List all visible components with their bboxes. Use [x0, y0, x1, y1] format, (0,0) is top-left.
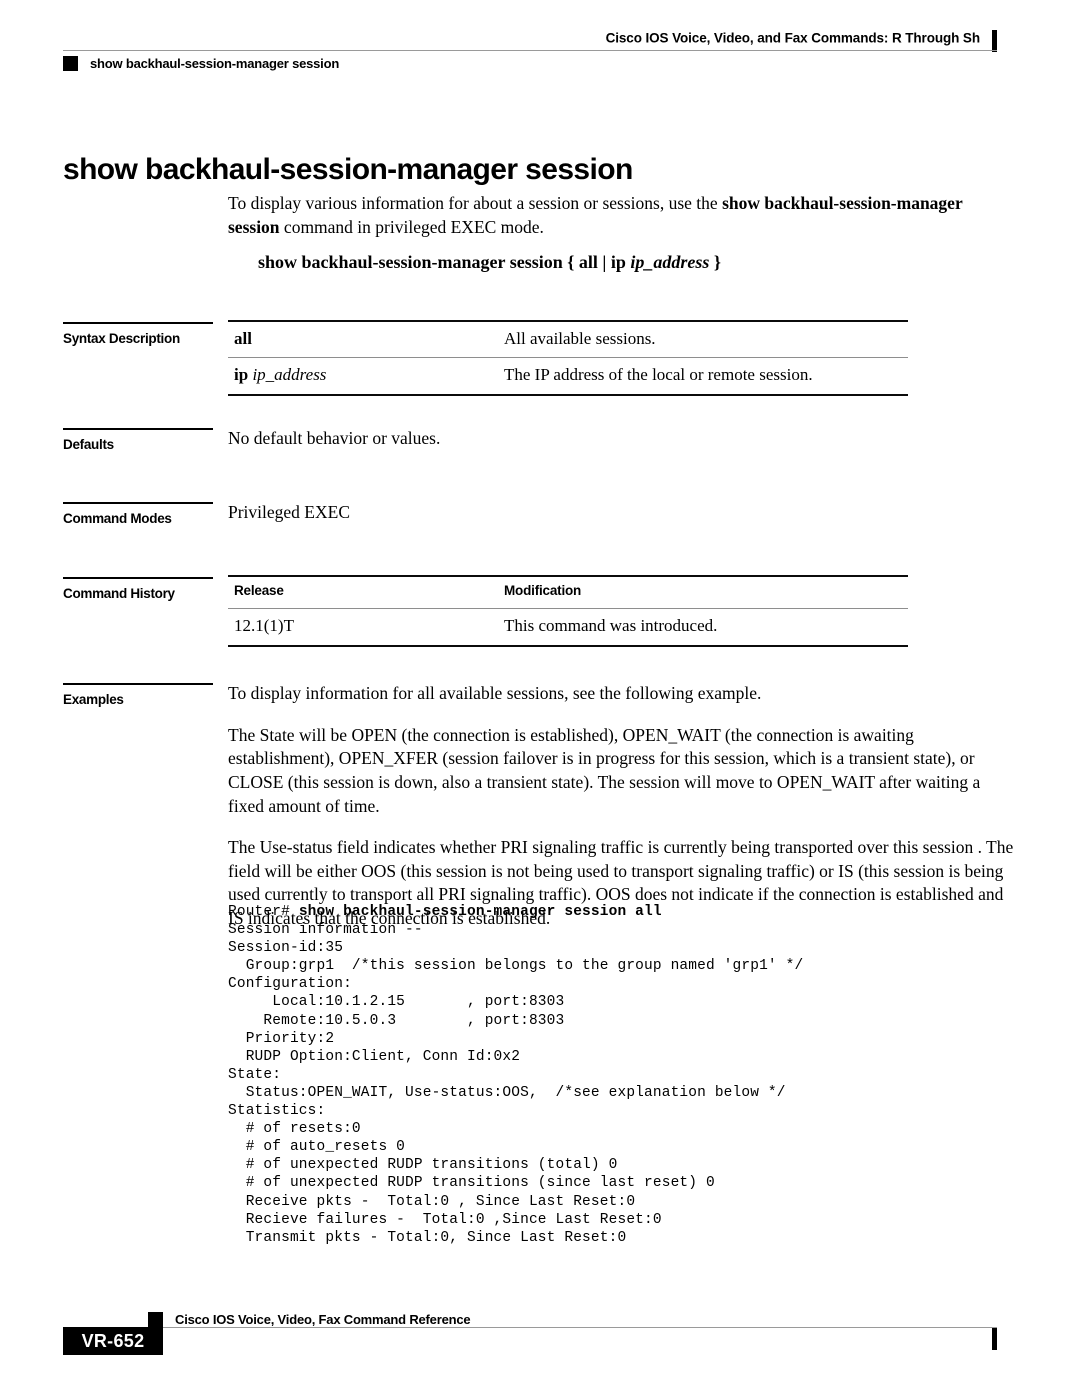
column-header-modification: Modification — [498, 575, 908, 609]
syntax-term-all: all — [228, 320, 498, 358]
header-bullet-square-icon — [63, 56, 78, 71]
syntax-option-ip: ip — [610, 252, 626, 272]
syntax-open-brace: { — [567, 252, 575, 272]
page-number-badge: VR-652 — [63, 1327, 163, 1355]
console-prompt: Router# — [228, 904, 299, 920]
modification-value: This command was introduced. — [498, 608, 908, 647]
syntax-description-table: all All available sessions. ip ip_addres… — [228, 320, 908, 396]
column-header-release: Release — [228, 575, 498, 609]
console-typed-command: show backhaul-session-manager session al… — [298, 904, 662, 920]
page-header: Cisco IOS Voice, Video, and Fax Commands… — [0, 0, 1080, 92]
release-value: 12.1(1)T — [228, 608, 498, 647]
section-label-syntax-description: Syntax Description — [63, 322, 213, 346]
syntax-desc-all: All available sessions. — [498, 320, 908, 358]
examples-block: To display information for all available… — [228, 682, 1018, 931]
intro-text-after: command in privileged EXEC mode. — [279, 216, 544, 237]
console-output-block: Router# show backhaul-session-manager se… — [228, 903, 1018, 1247]
section-label-command-modes: Command Modes — [63, 502, 213, 526]
section-label-examples: Examples — [63, 683, 213, 707]
syntax-desc-ip: The IP address of the local or remote se… — [498, 357, 908, 396]
page-title: show backhaul-session-manager session — [63, 153, 633, 187]
header-running-head: show backhaul-session-manager session — [90, 56, 340, 71]
defaults-text: No default behavior or values. — [228, 428, 441, 448]
header-rule — [63, 50, 997, 51]
section-label-defaults: Defaults — [63, 428, 213, 452]
footer-bullet-square-icon — [148, 1312, 163, 1327]
command-modes-block: Privileged EXEC — [228, 501, 1018, 525]
table-row: ip ip_address The IP address of the loca… — [228, 357, 908, 396]
command-history-table: Release Modification 12.1(1)T This comma… — [228, 575, 908, 647]
table-row: all All available sessions. — [228, 320, 908, 358]
footer-edge-tab-marker — [992, 1328, 997, 1350]
defaults-block: No default behavior or values. — [228, 427, 1018, 451]
page-footer: Cisco IOS Voice, Video, Fax Command Refe… — [0, 1300, 1080, 1370]
console-output-body: Session information -- Session-id:35 Gro… — [228, 922, 804, 1246]
examples-paragraph-2: The State will be OPEN (the connection i… — [228, 724, 981, 816]
syntax-pipe: | — [602, 252, 607, 272]
syntax-close-brace: } — [713, 252, 721, 272]
table-row: 12.1(1)T This command was introduced. — [228, 608, 908, 647]
intro-paragraph-block: To display various information for about… — [228, 192, 1018, 239]
syntax-option-all: all — [578, 252, 598, 272]
table-header-row: Release Modification — [228, 575, 908, 609]
intro-paragraph: To display various information for about… — [228, 192, 1018, 239]
syntax-term-ip: ip ip_address — [228, 357, 498, 396]
section-label-command-history: Command History — [63, 577, 213, 601]
command-modes-text: Privileged EXEC — [228, 502, 350, 522]
footer-book-reference: Cisco IOS Voice, Video, Fax Command Refe… — [175, 1312, 471, 1327]
header-book-title: Cisco IOS Voice, Video, and Fax Commands… — [605, 30, 981, 46]
header-edge-tab-marker — [992, 30, 997, 52]
intro-text-before: To display various information for about… — [228, 193, 723, 213]
footer-rule — [160, 1327, 997, 1328]
examples-paragraph-1: To display information for all available… — [228, 683, 762, 703]
syntax-command: show backhaul-session-manager session — [258, 252, 563, 272]
command-syntax-line: show backhaul-session-manager session { … — [258, 252, 721, 273]
syntax-argument: ip_address — [630, 252, 710, 272]
